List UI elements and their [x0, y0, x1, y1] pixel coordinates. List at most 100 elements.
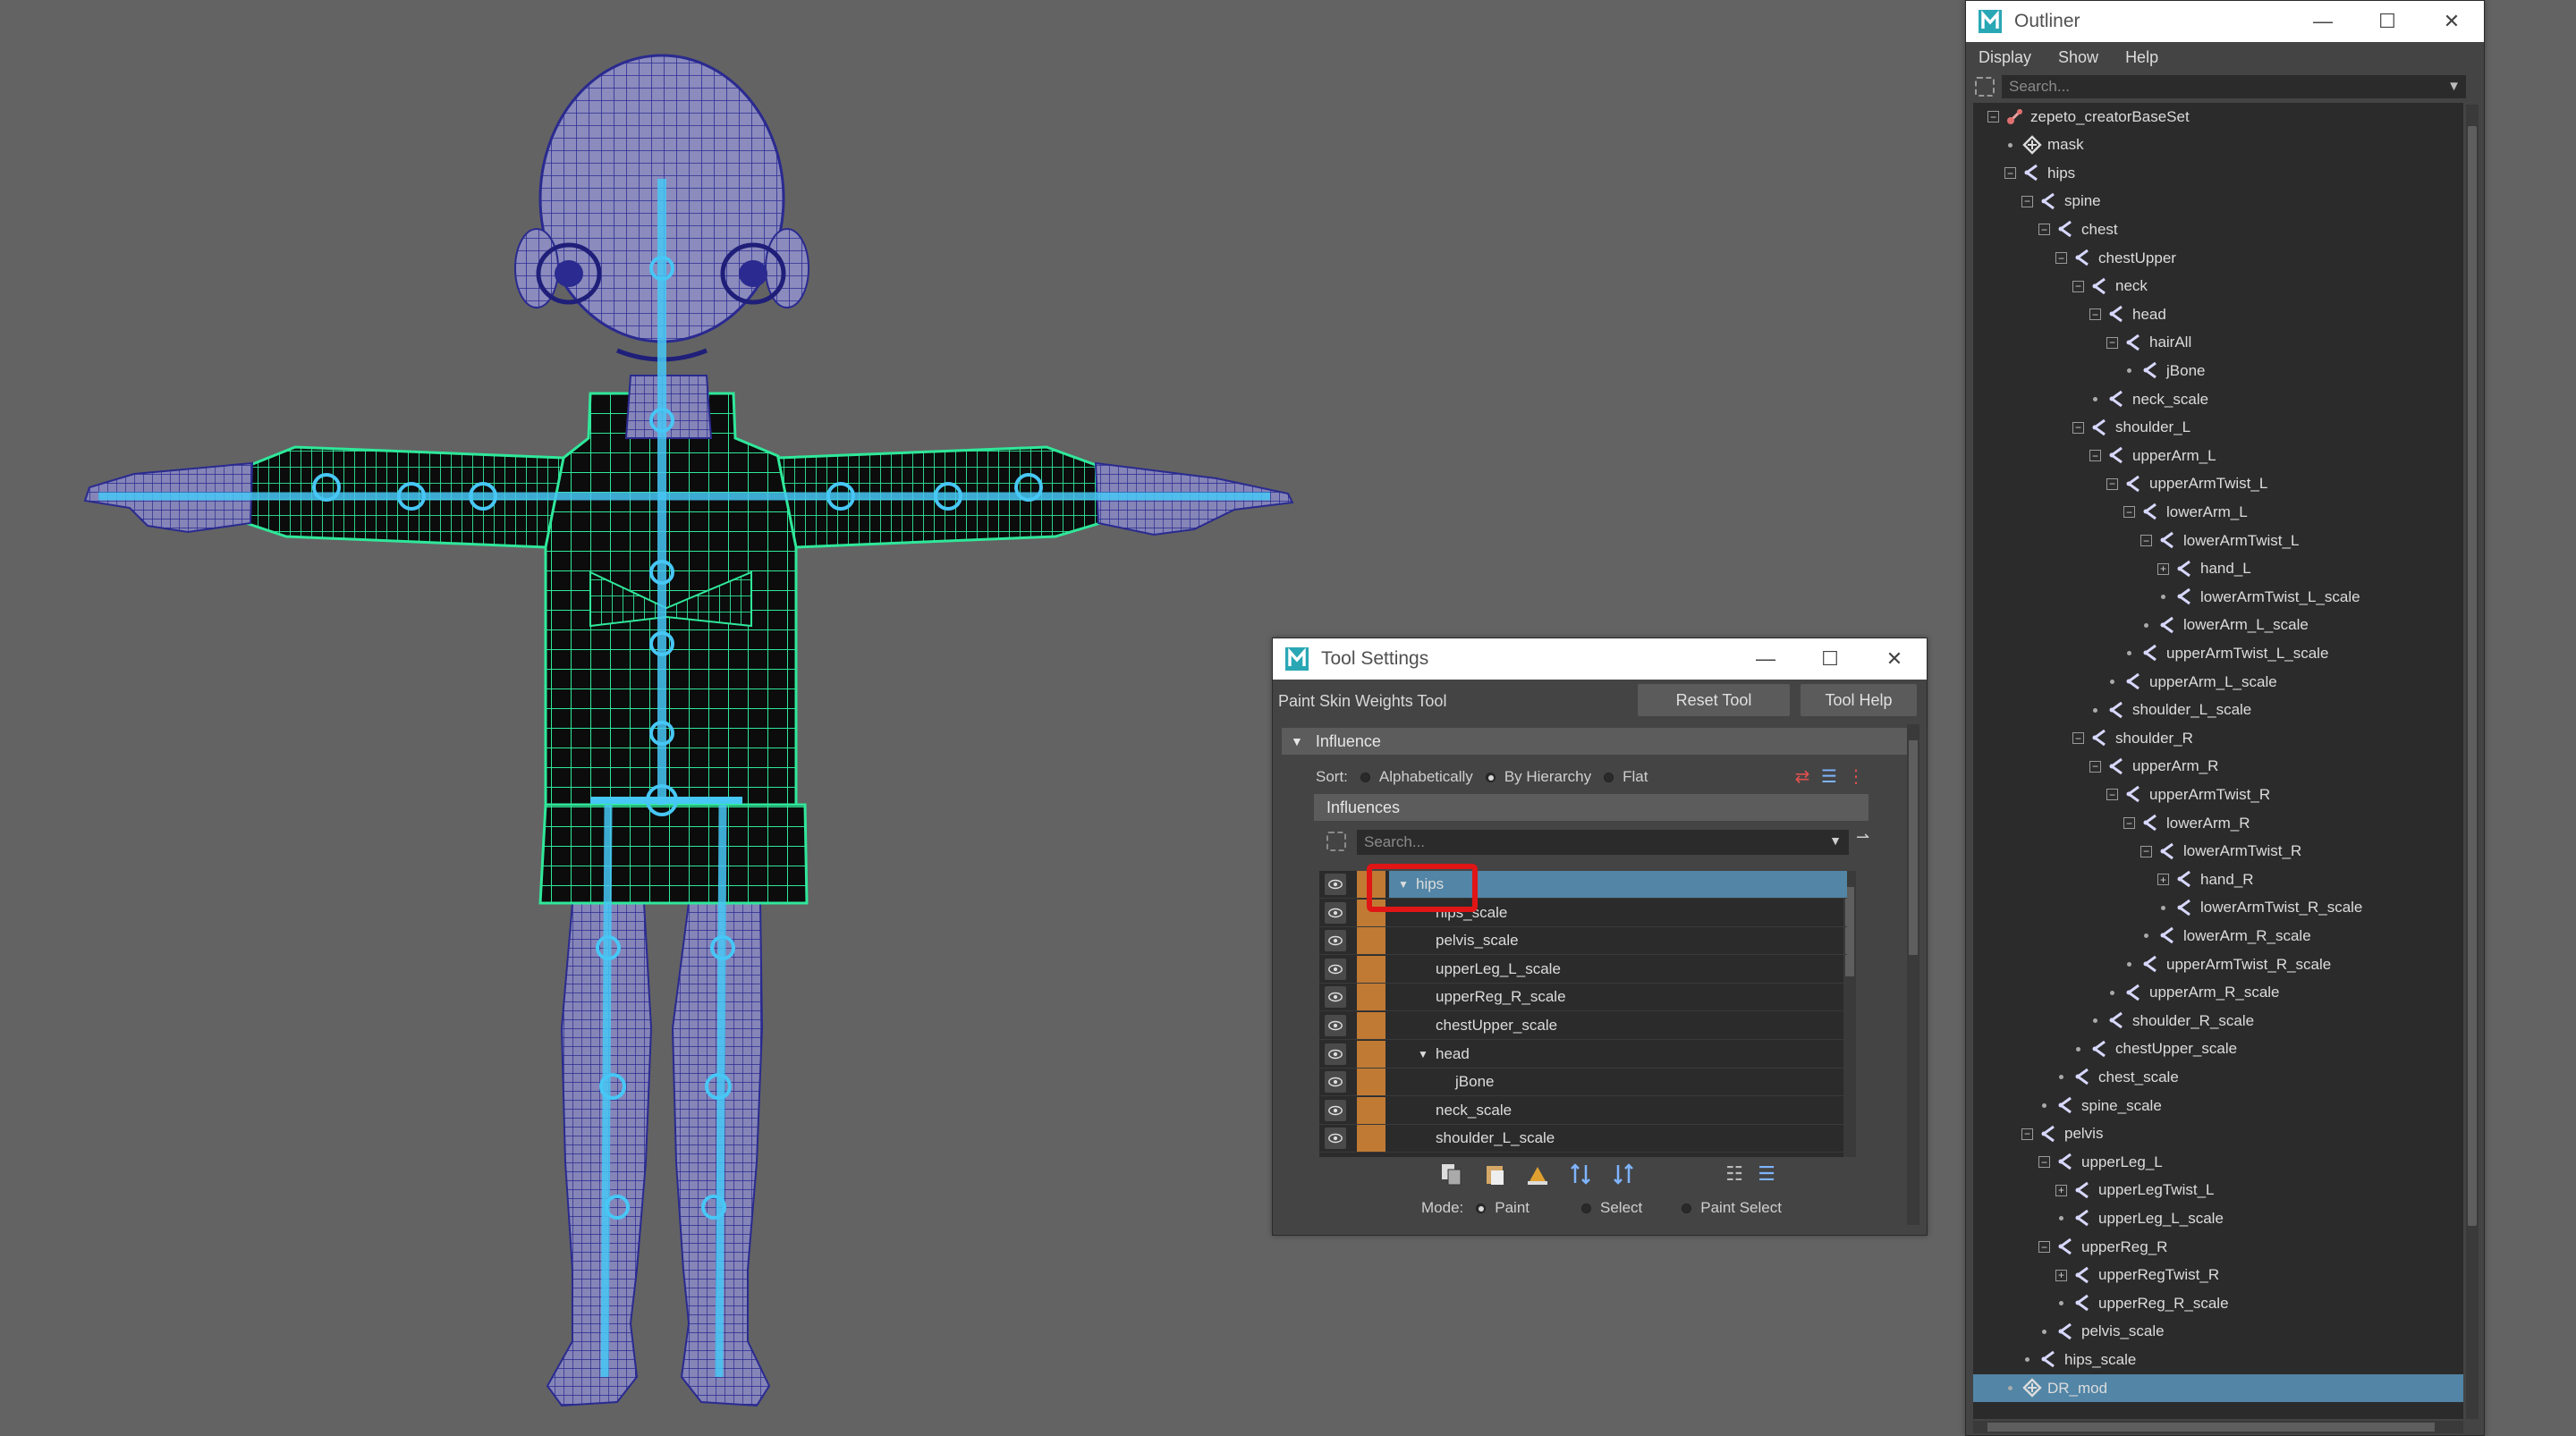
influence-color-swatch[interactable] — [1357, 1069, 1385, 1096]
collapse-icon[interactable]: − — [1987, 111, 1999, 122]
influence-row-neck_scale[interactable]: neck_scale — [1319, 1096, 1847, 1125]
outliner-item-lowerArmTwist_R_scale[interactable]: lowerArmTwist_R_scale — [1973, 894, 2463, 922]
collapse-icon[interactable]: − — [2106, 477, 2118, 490]
close-icon[interactable]: ✕ — [1862, 638, 1927, 680]
outliner-item-upperReg_R_scale[interactable]: upperReg_R_scale — [1973, 1289, 2463, 1317]
outliner-item-shoulder_L[interactable]: − shoulder_L — [1973, 414, 2463, 442]
outliner-item-hips[interactable]: − hips — [1973, 159, 2463, 187]
tool-help-button[interactable]: Tool Help — [1801, 684, 1917, 716]
collapse-icon[interactable]: − — [2021, 195, 2033, 207]
outliner-item-chestUpper_scale[interactable]: chestUpper_scale — [1973, 1035, 2463, 1063]
expand-icon[interactable]: + — [2157, 562, 2169, 575]
lock-eye-icon[interactable] — [1325, 1043, 1346, 1065]
outliner-item-upperLeg_L_scale[interactable]: upperLeg_L_scale — [1973, 1204, 2463, 1232]
influence-color-swatch[interactable] — [1357, 1125, 1385, 1153]
outliner-tree[interactable]: − zepeto_creatorBaseSet mask − hips − spine − ch… — [1973, 103, 2463, 1419]
outliner-item-upperArmTwist_R[interactable]: − upperArmTwist_R — [1973, 781, 2463, 808]
outliner-item-lowerArm_R_scale[interactable]: lowerArm_R_scale — [1973, 922, 2463, 950]
maximize-icon[interactable]: ☐ — [1798, 638, 1862, 680]
tool-settings-scrollbar[interactable] — [1907, 724, 1919, 1225]
outliner-item-upperLegTwist_L[interactable]: + upperLegTwist_L — [1973, 1177, 2463, 1204]
show-tree-icon[interactable]: ☰ — [1752, 1160, 1781, 1188]
show-list-icon[interactable]: ☷ — [1720, 1160, 1749, 1188]
list-icon[interactable]: ☰ — [1818, 765, 1840, 787]
collapse-icon[interactable]: − — [2038, 1241, 2050, 1253]
expand-icon[interactable]: + — [2157, 874, 2169, 886]
outliner-item-upperLeg_L[interactable]: − upperLeg_L — [1973, 1148, 2463, 1176]
outliner-item-pelvis_scale[interactable]: pelvis_scale — [1973, 1318, 2463, 1346]
outliner-vertical-scrollbar[interactable] — [2466, 105, 2479, 1419]
collapse-icon[interactable]: − — [2123, 506, 2135, 519]
outliner-item-lowerArmTwist_L_scale[interactable]: lowerArmTwist_L_scale — [1973, 583, 2463, 611]
influence-row-jBone[interactable]: jBone — [1319, 1069, 1847, 1097]
outliner-item-upperReg_R[interactable]: − upperReg_R — [1973, 1233, 2463, 1261]
tree-icon[interactable]: ⋮ — [1845, 765, 1867, 787]
outliner-search-input[interactable]: Search... ▼ — [2002, 75, 2466, 98]
outliner-window[interactable]: Outliner — ☐ ✕ Display Show Help Search.… — [1965, 0, 2485, 1436]
tool-settings-titlebar[interactable]: Tool Settings — ☐ ✕ — [1273, 638, 1927, 680]
sort-alphabetically-radio[interactable] — [1360, 772, 1370, 782]
influence-row-shoulder_L_scale[interactable]: shoulder_L_scale — [1319, 1125, 1847, 1153]
collapse-icon[interactable]: − — [2140, 845, 2152, 857]
expand-icon[interactable]: + — [2055, 1184, 2067, 1196]
influence-row-chestUpper_scale[interactable]: chestUpper_scale — [1319, 1012, 1847, 1040]
outliner-item-neck[interactable]: − neck — [1973, 273, 2463, 300]
outliner-item-spine[interactable]: − spine — [1973, 188, 2463, 215]
reset-tool-button[interactable]: Reset Tool — [1638, 684, 1790, 716]
outliner-item-jBone[interactable]: jBone — [1973, 357, 2463, 384]
influence-color-swatch[interactable] — [1357, 955, 1385, 983]
minimize-icon[interactable]: — — [1733, 638, 1798, 680]
influence-row-upperLeg_L_scale[interactable]: upperLeg_L_scale — [1319, 955, 1847, 984]
maximize-icon[interactable]: ☐ — [2355, 1, 2419, 42]
swap-weights-icon[interactable] — [1609, 1160, 1638, 1188]
chevron-down-icon[interactable]: ▼ — [2447, 79, 2461, 94]
outliner-item-hips_scale[interactable]: hips_scale — [1973, 1346, 2463, 1373]
influence-color-swatch[interactable] — [1357, 1012, 1385, 1039]
collapse-icon[interactable]: − — [2072, 732, 2084, 745]
outliner-item-upperArm_R_scale[interactable]: upperArm_R_scale — [1973, 979, 2463, 1007]
character-model[interactable] — [83, 54, 1294, 1407]
outliner-item-neck_scale[interactable]: neck_scale — [1973, 385, 2463, 413]
outliner-item-upperArmTwist_L[interactable]: − upperArmTwist_L — [1973, 470, 2463, 498]
outliner-item-shoulder_R_scale[interactable]: shoulder_R_scale — [1973, 1007, 2463, 1035]
copy-weights-icon[interactable] — [1437, 1160, 1466, 1188]
selection-mask-icon[interactable] — [1326, 832, 1346, 851]
collapse-icon[interactable]: − — [2055, 252, 2067, 264]
collapse-icon[interactable]: − — [2140, 535, 2152, 546]
outliner-item-DR_mod[interactable]: DR_mod — [1973, 1374, 2463, 1402]
outliner-item-chest[interactable]: − chest — [1973, 215, 2463, 243]
influence-row-head[interactable]: ▼ head — [1319, 1040, 1847, 1069]
outliner-item-hand_L[interactable]: + hand_L — [1973, 555, 2463, 583]
paste-weights-icon[interactable] — [1480, 1160, 1509, 1188]
influence-color-swatch[interactable] — [1357, 927, 1385, 955]
tool-settings-window[interactable]: Tool Settings — ☐ ✕ Paint Skin Weights T… — [1272, 638, 1928, 1236]
influence-section-header[interactable]: ▼ Influence — [1282, 728, 1912, 755]
filter-icon[interactable]: ⇄ — [1792, 765, 1813, 787]
menu-show[interactable]: Show — [2058, 48, 2098, 67]
outliner-item-hand_R[interactable]: + hand_R — [1973, 866, 2463, 893]
lock-eye-icon[interactable] — [1325, 1015, 1346, 1036]
move-weights-icon[interactable] — [1566, 1160, 1595, 1188]
collapse-icon[interactable]: − — [2089, 760, 2101, 773]
outliner-item-head[interactable]: − head — [1973, 300, 2463, 328]
outliner-item-upperArmTwist_L_scale[interactable]: upperArmTwist_L_scale — [1973, 639, 2463, 667]
lock-eye-icon[interactable] — [1325, 874, 1346, 895]
collapse-icon[interactable]: − — [2038, 1156, 2050, 1169]
outliner-item-upperArm_R[interactable]: − upperArm_R — [1973, 753, 2463, 781]
collapse-icon[interactable]: − — [2106, 789, 2118, 801]
menu-display[interactable]: Display — [1979, 48, 2031, 67]
outliner-item-zepeto_creatorBaseSet[interactable]: − zepeto_creatorBaseSet — [1973, 103, 2463, 131]
outliner-item-pelvis[interactable]: − pelvis — [1973, 1120, 2463, 1148]
collapse-icon[interactable]: − — [2004, 167, 2016, 180]
lock-eye-icon[interactable] — [1325, 1128, 1346, 1150]
outliner-item-lowerArm_R[interactable]: − lowerArm_R — [1973, 809, 2463, 837]
outliner-item-chestUpper[interactable]: − chestUpper — [1973, 244, 2463, 272]
lock-eye-icon[interactable] — [1325, 901, 1346, 924]
lock-eye-icon[interactable] — [1325, 930, 1346, 952]
outliner-item-hairAll[interactable]: − hairAll — [1973, 329, 2463, 357]
menu-help[interactable]: Help — [2125, 48, 2158, 67]
lock-eye-icon[interactable] — [1325, 958, 1346, 980]
influence-row-pelvis_scale[interactable]: pelvis_scale — [1319, 927, 1847, 956]
influence-list[interactable]: ▼ hips hips_scale pelvis_scale upperLeg_L_sc… — [1319, 871, 1856, 1157]
outliner-item-lowerArmTwist_R[interactable]: − lowerArmTwist_R — [1973, 838, 2463, 866]
